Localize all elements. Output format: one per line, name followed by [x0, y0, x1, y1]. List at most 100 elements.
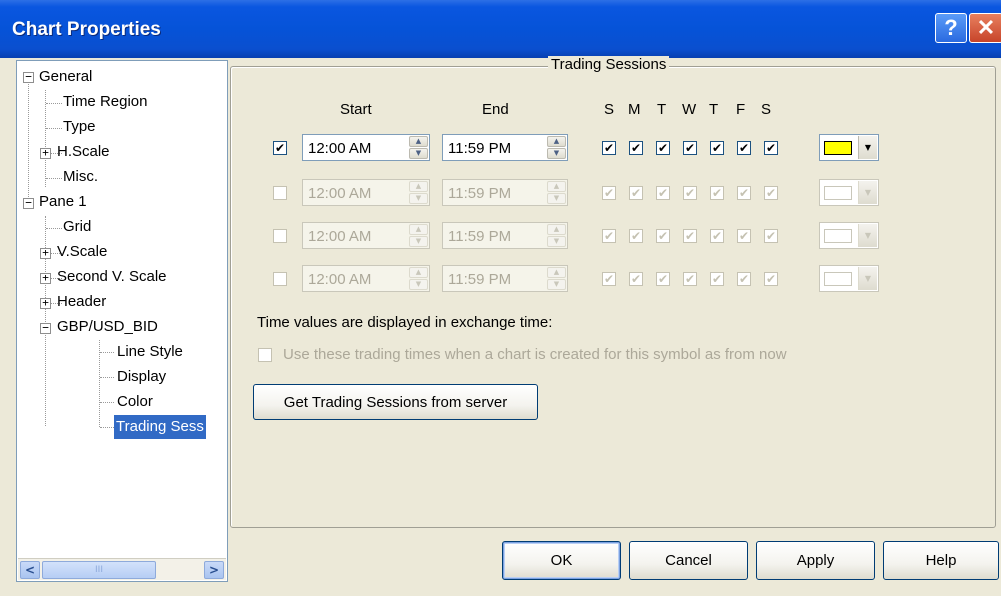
- session-end-time-field[interactable]: 11:59 PM ▲ ▼: [442, 222, 568, 249]
- session-day-checkbox[interactable]: ✔: [602, 141, 616, 155]
- session-day-checkbox[interactable]: ✔: [683, 141, 697, 155]
- session-day-checkbox[interactable]: ✔: [710, 186, 724, 200]
- cancel-button[interactable]: Cancel: [629, 541, 748, 580]
- tree-item-pane1[interactable]: Pane 1: [39, 190, 87, 214]
- spin-buttons[interactable]: ▲ ▼: [547, 224, 566, 247]
- session-day-checkbox[interactable]: ✔: [764, 141, 778, 155]
- tree-item-grid[interactable]: Grid: [63, 215, 91, 239]
- scroll-right-icon[interactable]: >: [204, 561, 224, 579]
- session-day-checkbox[interactable]: ✔: [602, 229, 616, 243]
- apply-button[interactable]: Apply: [756, 541, 875, 580]
- session-day-checkbox[interactable]: ✔: [629, 141, 643, 155]
- spin-down-icon[interactable]: ▼: [547, 236, 566, 247]
- spin-up-icon[interactable]: ▲: [547, 224, 566, 235]
- expand-vscale-icon[interactable]: +: [40, 247, 51, 259]
- tree-item-type[interactable]: Type: [63, 115, 96, 139]
- collapse-pane1-icon[interactable]: −: [23, 197, 34, 209]
- session-day-checkbox[interactable]: ✔: [683, 186, 697, 200]
- dropdown-arrow-icon[interactable]: ▼: [858, 267, 877, 290]
- spin-up-icon[interactable]: ▲: [409, 224, 428, 235]
- session-enable-checkbox[interactable]: [273, 229, 287, 243]
- help-button[interactable]: Help: [883, 541, 999, 580]
- spin-up-icon[interactable]: ▲: [547, 136, 566, 147]
- spin-buttons[interactable]: ▲ ▼: [409, 136, 428, 159]
- properties-tree[interactable]: − + − + + + − General Time Region Type H…: [16, 60, 228, 582]
- spin-up-icon[interactable]: ▲: [547, 267, 566, 278]
- session-enable-checkbox[interactable]: [273, 272, 287, 286]
- spin-buttons[interactable]: ▲ ▼: [409, 181, 428, 204]
- spin-down-icon[interactable]: ▼: [409, 236, 428, 247]
- spin-down-icon[interactable]: ▼: [547, 279, 566, 290]
- session-color-picker[interactable]: ▼: [819, 222, 879, 249]
- tree-item-symbol[interactable]: GBP/USD_BID: [57, 315, 158, 339]
- session-day-checkbox[interactable]: ✔: [683, 229, 697, 243]
- tree-item-header[interactable]: Header: [57, 290, 106, 314]
- session-enable-checkbox[interactable]: [273, 186, 287, 200]
- scroll-left-icon[interactable]: <: [20, 561, 40, 579]
- spin-buttons[interactable]: ▲ ▼: [547, 267, 566, 290]
- session-day-checkbox[interactable]: ✔: [710, 272, 724, 286]
- session-day-checkbox[interactable]: ✔: [656, 229, 670, 243]
- session-end-time-field[interactable]: 11:59 PM ▲ ▼: [442, 265, 568, 292]
- get-sessions-button[interactable]: Get Trading Sessions from server: [253, 384, 538, 420]
- spin-down-icon[interactable]: ▼: [547, 148, 566, 159]
- ok-button[interactable]: OK: [502, 541, 621, 580]
- session-color-picker[interactable]: ▼: [819, 179, 879, 206]
- session-day-checkbox[interactable]: ✔: [737, 272, 751, 286]
- session-day-checkbox[interactable]: ✔: [764, 186, 778, 200]
- tree-item-hscale[interactable]: H.Scale: [57, 140, 110, 164]
- session-day-checkbox[interactable]: ✔: [656, 141, 670, 155]
- session-start-time-field[interactable]: 12:00 AM ▲ ▼: [302, 134, 430, 161]
- session-day-checkbox[interactable]: ✔: [710, 229, 724, 243]
- spin-down-icon[interactable]: ▼: [547, 193, 566, 204]
- tree-item-line-style[interactable]: Line Style: [117, 340, 183, 364]
- spin-down-icon[interactable]: ▼: [409, 148, 428, 159]
- tree-item-vscale[interactable]: V.Scale: [57, 240, 107, 264]
- session-day-checkbox[interactable]: ✔: [737, 141, 751, 155]
- expand-header-icon[interactable]: +: [40, 297, 51, 309]
- spin-buttons[interactable]: ▲ ▼: [547, 136, 566, 159]
- tree-item-time-region[interactable]: Time Region: [63, 90, 147, 114]
- spin-up-icon[interactable]: ▲: [547, 181, 566, 192]
- tree-item-misc[interactable]: Misc.: [63, 165, 98, 189]
- session-day-checkbox[interactable]: ✔: [602, 272, 616, 286]
- dropdown-arrow-icon[interactable]: ▼: [858, 136, 877, 159]
- tree-item-second-vscale[interactable]: Second V. Scale: [57, 265, 167, 289]
- session-day-checkbox[interactable]: ✔: [602, 186, 616, 200]
- spin-up-icon[interactable]: ▲: [409, 181, 428, 192]
- session-end-time-field[interactable]: 11:59 PM ▲ ▼: [442, 134, 568, 161]
- spin-buttons[interactable]: ▲ ▼: [409, 267, 428, 290]
- session-enable-checkbox[interactable]: ✔: [273, 141, 287, 155]
- spin-buttons[interactable]: ▲ ▼: [409, 224, 428, 247]
- session-day-checkbox[interactable]: ✔: [629, 186, 643, 200]
- spin-buttons[interactable]: ▲ ▼: [547, 181, 566, 204]
- collapse-symbol-icon[interactable]: −: [40, 322, 51, 334]
- dropdown-arrow-icon[interactable]: ▼: [858, 181, 877, 204]
- session-day-checkbox[interactable]: ✔: [656, 272, 670, 286]
- use-times-checkbox[interactable]: [258, 348, 272, 362]
- session-day-checkbox[interactable]: ✔: [656, 186, 670, 200]
- collapse-general-icon[interactable]: −: [23, 71, 34, 83]
- scroll-thumb[interactable]: III: [42, 561, 156, 579]
- session-day-checkbox[interactable]: ✔: [764, 229, 778, 243]
- spin-up-icon[interactable]: ▲: [409, 136, 428, 147]
- tree-horizontal-scrollbar[interactable]: < III >: [18, 558, 226, 580]
- session-day-checkbox[interactable]: ✔: [629, 272, 643, 286]
- spin-down-icon[interactable]: ▼: [409, 279, 428, 290]
- help-title-button[interactable]: ?: [935, 13, 967, 43]
- spin-down-icon[interactable]: ▼: [409, 193, 428, 204]
- session-start-time-field[interactable]: 12:00 AM ▲ ▼: [302, 222, 430, 249]
- session-end-time-field[interactable]: 11:59 PM ▲ ▼: [442, 179, 568, 206]
- session-start-time-field[interactable]: 12:00 AM ▲ ▼: [302, 179, 430, 206]
- session-day-checkbox[interactable]: ✔: [710, 141, 724, 155]
- session-day-checkbox[interactable]: ✔: [737, 186, 751, 200]
- close-title-button[interactable]: ✕: [969, 13, 1001, 43]
- dropdown-arrow-icon[interactable]: ▼: [858, 224, 877, 247]
- tree-item-trading-sessions[interactable]: Trading Sess: [114, 415, 206, 439]
- spin-up-icon[interactable]: ▲: [409, 267, 428, 278]
- expand-second-vscale-icon[interactable]: +: [40, 272, 51, 284]
- session-start-time-field[interactable]: 12:00 AM ▲ ▼: [302, 265, 430, 292]
- tree-item-display[interactable]: Display: [117, 365, 166, 389]
- session-color-picker[interactable]: ▼: [819, 134, 879, 161]
- session-day-checkbox[interactable]: ✔: [764, 272, 778, 286]
